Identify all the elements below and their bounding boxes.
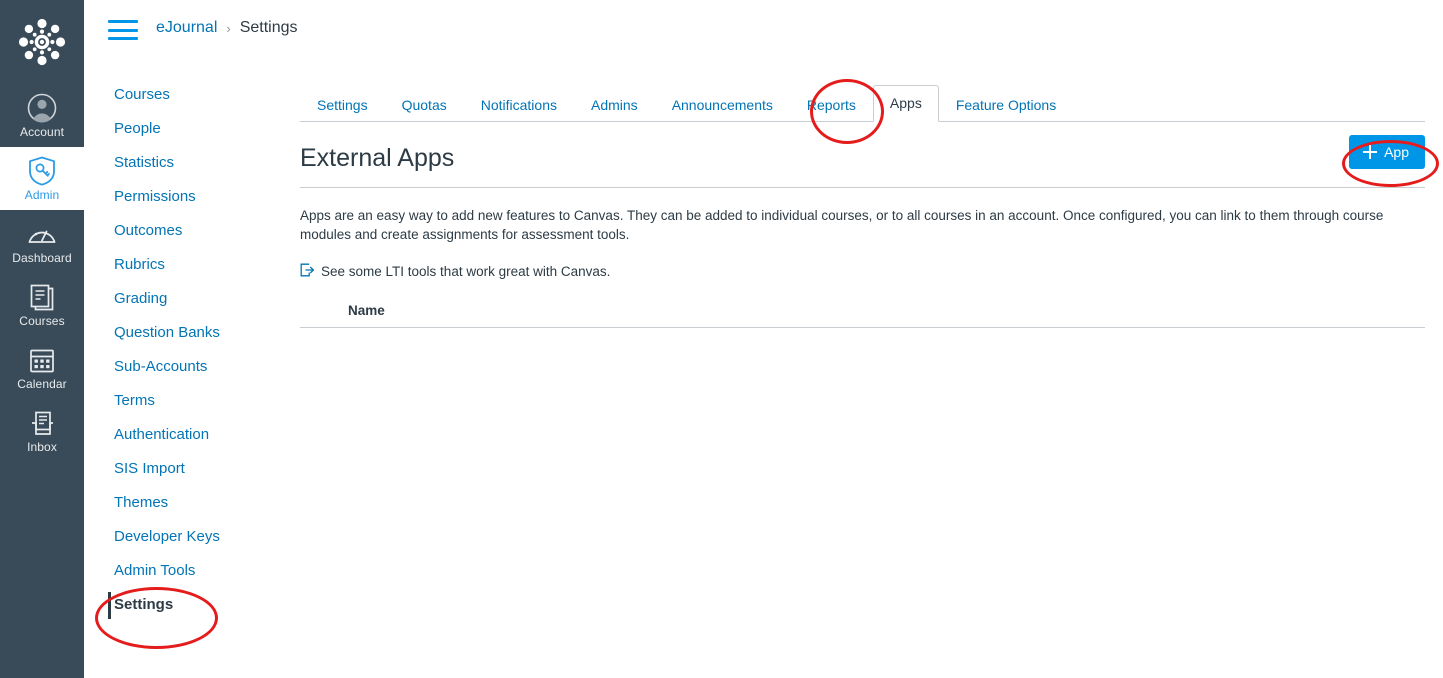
shield-key-icon: [28, 156, 56, 186]
tab-reports[interactable]: Reports: [790, 89, 873, 122]
account-navigation: Courses People Statistics Permissions Ou…: [84, 78, 274, 622]
add-app-button-label: App: [1384, 144, 1409, 160]
global-nav-label: Account: [19, 125, 65, 139]
breadcrumb: eJournal › Settings: [156, 19, 298, 37]
canvas-logo-icon[interactable]: [0, 0, 84, 84]
breadcrumb-item-ejournal[interactable]: eJournal: [156, 19, 217, 37]
external-link-icon: [300, 263, 315, 280]
sidebar-item-question-banks[interactable]: Question Banks: [84, 316, 274, 350]
calendar-icon: [29, 346, 55, 374]
hamburger-menu-icon[interactable]: [108, 20, 138, 40]
column-header-name: Name: [300, 298, 1425, 328]
global-nav-label: Courses: [19, 314, 65, 328]
lti-tools-link[interactable]: See some LTI tools that work great with …: [321, 264, 610, 279]
sidebar-item-grading[interactable]: Grading: [84, 282, 274, 316]
tab-quotas[interactable]: Quotas: [385, 89, 464, 122]
sidebar-item-admin-tools[interactable]: Admin Tools: [84, 554, 274, 588]
lti-tools-link-row: See some LTI tools that work great with …: [300, 263, 1425, 280]
sidebar-item-permissions[interactable]: Permissions: [84, 180, 274, 214]
tab-feature-options[interactable]: Feature Options: [939, 89, 1073, 122]
tab-settings[interactable]: Settings: [300, 89, 385, 122]
global-nav-label: Calendar: [17, 377, 67, 391]
tab-notifications[interactable]: Notifications: [464, 89, 574, 122]
sidebar-item-sub-accounts[interactable]: Sub-Accounts: [84, 350, 274, 384]
main-content: Settings Quotas Notifications Admins Ann…: [300, 78, 1425, 328]
tab-apps[interactable]: Apps: [872, 85, 939, 122]
book-icon: [29, 283, 55, 311]
inbox-tray-icon: [29, 409, 56, 437]
global-navigation: Account Admin Dashboard Courses Calendar…: [0, 0, 84, 678]
sidebar-item-statistics[interactable]: Statistics: [84, 146, 274, 180]
sidebar-item-outcomes[interactable]: Outcomes: [84, 214, 274, 248]
external-apps-description: Apps are an easy way to add new features…: [300, 208, 1384, 242]
sidebar-item-courses[interactable]: Courses: [84, 78, 274, 112]
tab-admins[interactable]: Admins: [574, 89, 655, 122]
user-avatar-icon: [27, 93, 57, 123]
external-apps-table: Name: [300, 298, 1425, 328]
global-nav-label: Admin: [24, 188, 60, 202]
global-nav-item-inbox[interactable]: Inbox: [0, 399, 84, 462]
sidebar-item-people[interactable]: People: [84, 112, 274, 146]
global-nav-item-dashboard[interactable]: Dashboard: [0, 210, 84, 273]
global-nav-item-account[interactable]: Account: [0, 84, 84, 147]
global-nav-label: Dashboard: [12, 251, 72, 265]
global-nav-item-admin[interactable]: Admin: [0, 147, 84, 210]
external-apps-header: External Apps App: [300, 135, 1425, 188]
table-header-row: Name: [300, 298, 1425, 328]
sidebar-item-developer-keys[interactable]: Developer Keys: [84, 520, 274, 554]
global-nav-item-calendar[interactable]: Calendar: [0, 336, 84, 399]
global-nav-label: Inbox: [27, 440, 57, 454]
tab-announcements[interactable]: Announcements: [655, 89, 790, 122]
sidebar-item-sis-import[interactable]: SIS Import: [84, 452, 274, 486]
sidebar-item-settings[interactable]: Settings: [84, 588, 274, 622]
sidebar-item-terms[interactable]: Terms: [84, 384, 274, 418]
page-root: Account Admin Dashboard Courses Calendar…: [0, 0, 1443, 678]
dashboard-gauge-icon: [27, 220, 57, 248]
sidebar-item-authentication[interactable]: Authentication: [84, 418, 274, 452]
global-nav-item-courses[interactable]: Courses: [0, 273, 84, 336]
sidebar-item-themes[interactable]: Themes: [84, 486, 274, 520]
settings-tabs: Settings Quotas Notifications Admins Ann…: [300, 78, 1425, 122]
sidebar-item-rubrics[interactable]: Rubrics: [84, 248, 274, 282]
plus-icon: [1363, 145, 1378, 159]
page-title: External Apps: [300, 144, 455, 172]
breadcrumb-item-settings: Settings: [239, 19, 298, 36]
add-app-button[interactable]: App: [1349, 135, 1425, 169]
breadcrumb-separator-icon: ›: [226, 20, 231, 36]
page-header: eJournal › Settings: [84, 0, 1443, 61]
